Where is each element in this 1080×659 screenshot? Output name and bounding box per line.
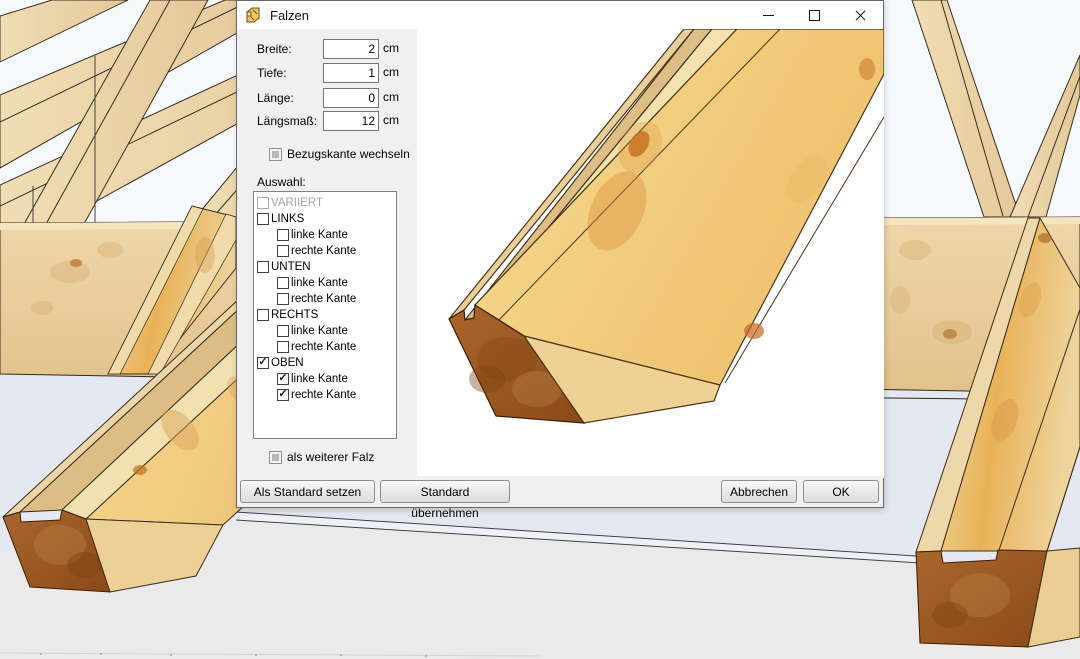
breite-unit: cm xyxy=(383,41,399,55)
bezugskante-option[interactable]: Bezugskante wechseln xyxy=(269,147,410,161)
dialog-title: Falzen xyxy=(270,8,309,23)
selection-item-rechte-kante[interactable]: rechte Kante xyxy=(254,291,396,307)
breite-label: Breite: xyxy=(257,42,292,56)
selection-item-label: VARIIERT xyxy=(271,197,323,209)
dialog-left-panel: Breite: cm Tiefe: cm Länge: cm Längsmaß:… xyxy=(237,29,417,476)
selection-item-label: linke Kante xyxy=(291,277,348,289)
selection-item-unten[interactable]: UNTEN xyxy=(254,259,396,275)
checked-checkbox-icon[interactable]: ✓ xyxy=(257,357,269,369)
selection-item-variiert[interactable]: VARIIERT xyxy=(254,195,396,211)
maximize-icon[interactable] xyxy=(791,1,837,29)
field-row-tiefe: Tiefe: cm xyxy=(237,63,417,83)
unchecked-checkbox-icon[interactable] xyxy=(277,245,289,257)
tiefe-unit: cm xyxy=(383,65,399,79)
falz-preview-panel xyxy=(417,29,884,478)
field-row-laenge: Länge: cm xyxy=(237,88,417,108)
dialog-titlebar[interactable]: Falzen xyxy=(237,1,883,29)
weiterer-falz-option[interactable]: als weiterer Falz xyxy=(269,450,374,464)
field-row-laengsmass: Längsmaß: cm xyxy=(237,111,417,131)
selection-item-rechte-kante[interactable]: ✓rechte Kante xyxy=(254,387,396,403)
field-row-breite: Breite: cm xyxy=(237,39,417,59)
ok-button[interactable]: OK xyxy=(803,480,879,503)
selection-item-label: linke Kante xyxy=(291,325,348,337)
selection-item-label: linke Kante xyxy=(291,229,348,241)
selection-item-linke-kante[interactable]: linke Kante xyxy=(254,275,396,291)
unchecked-checkbox-icon[interactable] xyxy=(257,197,269,209)
selection-item-oben[interactable]: ✓OBEN xyxy=(254,355,396,371)
selection-item-linke-kante[interactable]: linke Kante xyxy=(254,323,396,339)
selection-item-label: LINKS xyxy=(271,213,304,225)
unchecked-checkbox-icon[interactable] xyxy=(257,309,269,321)
weiterer-falz-label: als weiterer Falz xyxy=(287,450,374,464)
cancel-button[interactable]: Abbrechen xyxy=(721,480,797,503)
unchecked-checkbox-icon[interactable] xyxy=(277,293,289,305)
breite-input[interactable] xyxy=(323,39,379,59)
unchecked-checkbox-icon[interactable] xyxy=(257,261,269,273)
laengsmass-input[interactable] xyxy=(323,111,379,131)
app-window: Falzen Breite: cm Tiefe: cm Länge: cm xyxy=(0,0,1080,659)
selection-item-label: UNTEN xyxy=(271,261,311,273)
unchecked-checkbox-icon[interactable] xyxy=(257,213,269,225)
selection-item-label: rechte Kante xyxy=(291,389,356,401)
unchecked-checkbox-icon[interactable] xyxy=(277,229,289,241)
unchecked-checkbox-icon[interactable] xyxy=(277,325,289,337)
laenge-unit: cm xyxy=(383,90,399,104)
selection-item-linke-kante[interactable]: ✓linke Kante xyxy=(254,371,396,387)
falz-preview-3d xyxy=(417,29,884,478)
laenge-input[interactable] xyxy=(323,88,379,108)
selection-item-linke-kante[interactable]: linke Kante xyxy=(254,227,396,243)
tiefe-label: Tiefe: xyxy=(257,66,287,80)
tiefe-input[interactable] xyxy=(323,63,379,83)
checked-checkbox-icon[interactable]: ✓ xyxy=(277,389,289,401)
selection-item-label: rechte Kante xyxy=(291,341,356,353)
selection-item-rechte-kante[interactable]: rechte Kante xyxy=(254,243,396,259)
laengsmass-label: Längsmaß: xyxy=(257,114,317,128)
selection-item-label: RECHTS xyxy=(271,309,318,321)
unchecked-checkbox-icon[interactable] xyxy=(277,341,289,353)
selection-item-rechts[interactable]: RECHTS xyxy=(254,307,396,323)
dialog-button-strip: Als Standard setzen Standard übernehmen … xyxy=(237,476,883,507)
selection-item-label: linke Kante xyxy=(291,373,348,385)
laenge-label: Länge: xyxy=(257,91,294,105)
checked-checkbox-icon[interactable]: ✓ xyxy=(277,373,289,385)
bezugskante-label: Bezugskante wechseln xyxy=(287,147,410,161)
auswahl-label: Auswahl: xyxy=(257,175,306,189)
selection-item-links[interactable]: LINKS xyxy=(254,211,396,227)
selection-item-label: rechte Kante xyxy=(291,293,356,305)
laengsmass-unit: cm xyxy=(383,113,399,127)
falz-app-icon xyxy=(245,7,262,23)
close-icon[interactable] xyxy=(837,1,883,29)
unchecked-checkbox-icon[interactable] xyxy=(277,277,289,289)
set-standard-button[interactable]: Als Standard setzen xyxy=(240,480,375,503)
selection-list[interactable]: VARIIERT LINKS linke Kante rechte Kante UNTE… xyxy=(253,191,397,439)
selection-item-rechte-kante[interactable]: rechte Kante xyxy=(254,339,396,355)
selection-item-label: OBEN xyxy=(271,357,304,369)
falzen-dialog: Falzen Breite: cm Tiefe: cm Länge: cm xyxy=(236,0,884,508)
apply-standard-button[interactable]: Standard übernehmen xyxy=(380,480,510,503)
bezugskante-checkbox[interactable] xyxy=(269,148,282,161)
weiterer-falz-checkbox[interactable] xyxy=(269,451,282,464)
selection-item-label: rechte Kante xyxy=(291,245,356,257)
minimize-icon[interactable] xyxy=(745,1,791,29)
